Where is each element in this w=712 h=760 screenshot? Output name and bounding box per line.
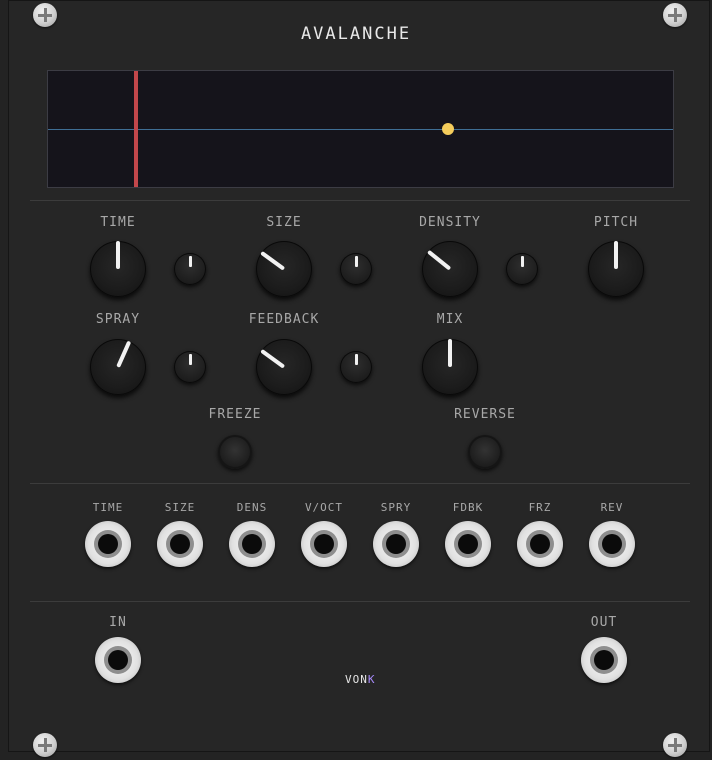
module-title: AVALANCHE	[300, 24, 412, 44]
audio-in-jack[interactable]	[95, 637, 141, 683]
spray-cv-jack[interactable]	[373, 521, 419, 567]
spray-attenuator-knob[interactable]	[174, 351, 206, 383]
time-attenuator-knob[interactable]	[174, 253, 206, 285]
size-attenuator-knob[interactable]	[340, 253, 372, 285]
reverse-label: REVERSE	[454, 407, 516, 422]
reverse-button[interactable]	[468, 435, 502, 469]
cv-label-frz: FRZ	[528, 501, 552, 514]
grain-display[interactable]	[47, 70, 674, 188]
size-cv-jack[interactable]	[157, 521, 203, 567]
grain-position-dot	[442, 123, 454, 135]
brand-name-main: VON	[345, 673, 368, 686]
screw-icon	[663, 733, 687, 757]
display-center-line	[48, 129, 673, 130]
playhead-marker	[133, 71, 138, 187]
cv-label-size: SIZE	[164, 501, 196, 514]
spray-knob[interactable]	[90, 339, 146, 395]
cv-label-voct: V/OCT	[304, 501, 344, 514]
feedback-knob[interactable]	[256, 339, 312, 395]
cv-label-fdbk: FDBK	[452, 501, 484, 514]
knob-label-density: DENSITY	[419, 215, 481, 230]
freeze-button[interactable]	[218, 435, 252, 469]
brand-name-accent: K	[367, 673, 376, 686]
knob-label-size: SIZE	[266, 215, 302, 230]
density-cv-jack[interactable]	[229, 521, 275, 567]
cv-label-spry: SPRY	[380, 501, 412, 514]
audio-out-jack[interactable]	[581, 637, 627, 683]
mix-knob[interactable]	[422, 339, 478, 395]
knob-label-feedback: FEEDBACK	[248, 312, 320, 327]
audio-in-label: IN	[109, 615, 127, 630]
cv-label-dens: DENS	[236, 501, 268, 514]
divider	[30, 601, 690, 602]
cv-label-rev: REV	[600, 501, 624, 514]
knob-label-time: TIME	[100, 215, 136, 230]
freeze-label: FREEZE	[208, 407, 262, 422]
time-knob[interactable]	[90, 241, 146, 297]
freeze-cv-jack[interactable]	[517, 521, 563, 567]
reverse-cv-jack[interactable]	[589, 521, 635, 567]
divider	[30, 483, 690, 484]
audio-out-label: OUT	[590, 615, 618, 630]
feedback-attenuator-knob[interactable]	[340, 351, 372, 383]
density-attenuator-knob[interactable]	[506, 253, 538, 285]
feedback-cv-jack[interactable]	[445, 521, 491, 567]
screw-icon	[33, 733, 57, 757]
divider	[30, 200, 690, 201]
brand-logo: VONK	[345, 673, 376, 686]
pitch-knob[interactable]	[588, 241, 644, 297]
voct-cv-jack[interactable]	[301, 521, 347, 567]
time-cv-jack[interactable]	[85, 521, 131, 567]
knob-label-pitch: PITCH	[593, 215, 639, 230]
cv-label-time: TIME	[92, 501, 124, 514]
knob-label-spray: SPRAY	[95, 312, 141, 327]
knob-label-mix: MIX	[436, 312, 464, 327]
density-knob[interactable]	[422, 241, 478, 297]
size-knob[interactable]	[256, 241, 312, 297]
